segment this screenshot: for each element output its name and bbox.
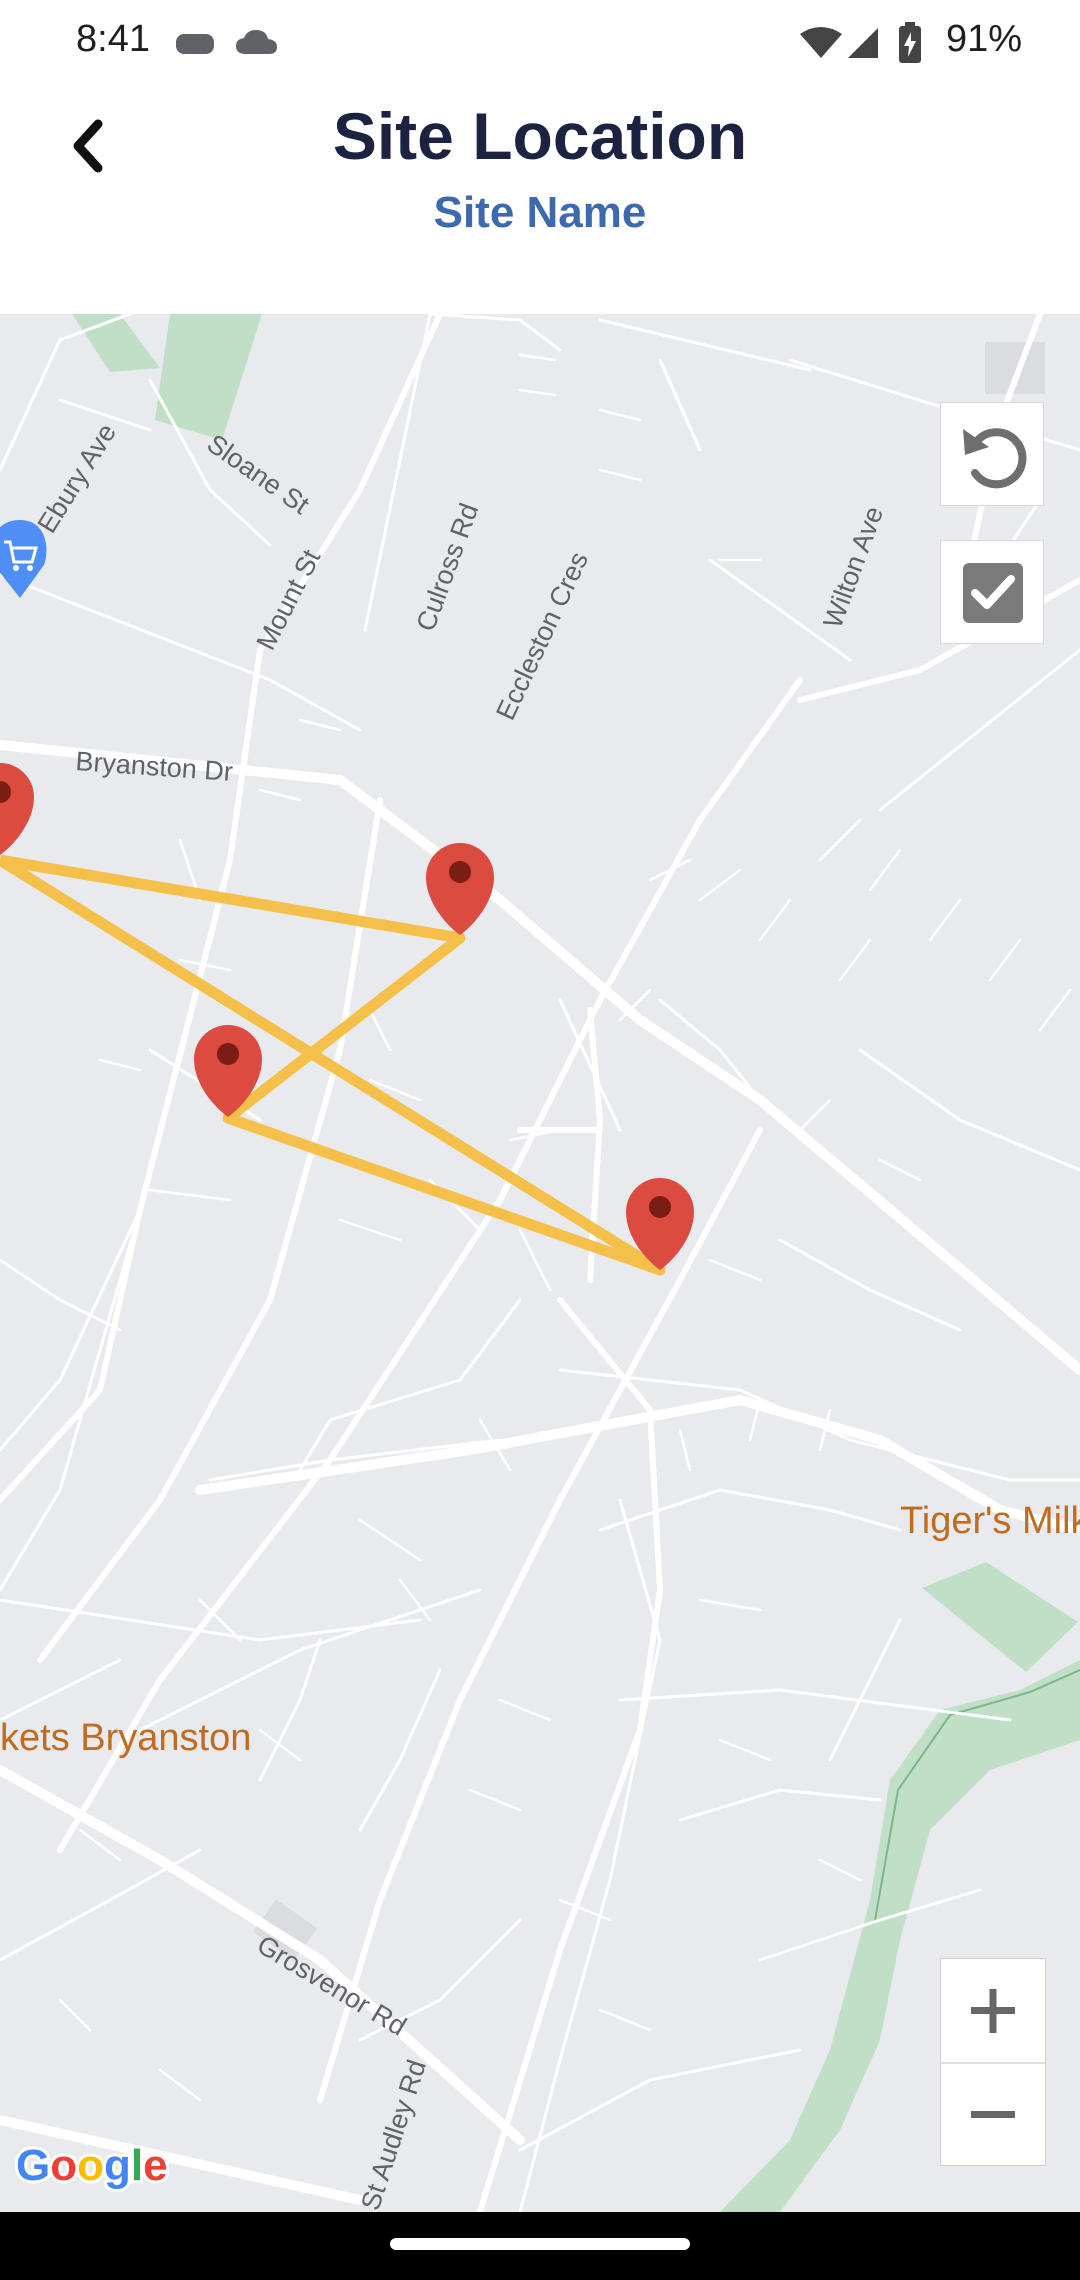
zoom-out-button[interactable] [941,2064,1045,2165]
status-bar: 8:41 91% [0,0,1080,84]
street-label: Wilton Ave [817,502,889,632]
park-area [922,1562,1078,1672]
wifi-icon [800,27,842,58]
status-time: 8:41 [76,18,150,60]
confirm-button[interactable] [940,540,1044,644]
zoom-in-button[interactable] [941,1959,1045,2062]
poi-label[interactable]: kets Bryanston [0,1717,251,1759]
street-label: St Audley Rd [355,2056,432,2212]
street-label: Mount St [251,544,327,654]
street-label: Bryanston Dr [75,746,234,787]
battery-percent: 91% [945,18,1022,60]
map-canvas[interactable]: Ebury Ave Sloane St Mount St Culross Rd … [0,314,1080,2212]
site-boundary-polygon [0,854,666,1276]
minus-icon [971,2111,1015,2118]
cellular-signal-icon [848,28,878,58]
voicemail-icon [176,34,214,54]
map-marker[interactable] [0,763,34,855]
shopping-cart-icon[interactable] [0,520,47,598]
street-label: Culross Rd [410,499,484,635]
battery-charging-icon [899,22,921,63]
park-area [72,314,160,372]
page-title: Site Location [332,99,748,173]
poi-label[interactable]: Tiger's Milk [900,1500,1080,1542]
map-marker[interactable] [426,843,494,935]
cloud-icon [236,30,277,54]
street-label: Sloane St [202,428,316,520]
checkbox-icon [963,563,1023,623]
home-indicator[interactable] [390,2238,690,2250]
map-view[interactable]: Ebury Ave Sloane St Mount St Culross Rd … [0,314,1080,2212]
street-label: Eccleston Cres [490,547,594,724]
zoom-controls [940,1958,1046,2166]
street-label: Grosvenor Rd [252,1929,412,2041]
plus-icon [971,1989,1015,2033]
google-attribution: Google [16,2141,168,2190]
undo-icon [963,428,1027,489]
page-subtitle: Site Name [433,188,647,237]
undo-button[interactable] [940,402,1044,506]
street-label: Ebury Ave [32,418,122,538]
